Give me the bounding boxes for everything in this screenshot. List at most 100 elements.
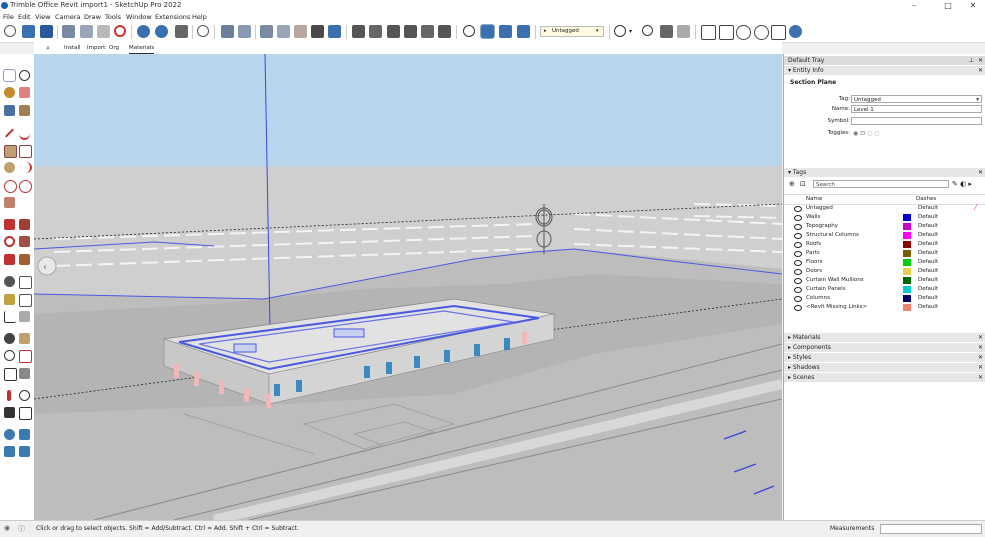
select-tool-icon[interactable] — [3, 69, 16, 82]
tag-color-swatch[interactable] — [903, 214, 911, 221]
camera-iso-icon[interactable] — [221, 25, 234, 38]
dimension-icon[interactable] — [19, 276, 32, 289]
display-section-planes-icon[interactable] — [480, 24, 495, 39]
add-folder-icon[interactable]: ⊡ — [800, 180, 806, 188]
search-icon[interactable]: ⌕ — [46, 43, 50, 53]
measurements-input[interactable] — [880, 524, 982, 534]
section-plane-icon[interactable] — [463, 25, 475, 37]
tab-install[interactable]: Install — [64, 43, 81, 53]
eye-icon[interactable] — [794, 242, 802, 248]
tab-materials[interactable]: Materials — [129, 43, 155, 54]
tag-select[interactable]: Untagged ▾ — [851, 95, 982, 103]
offset-tool-icon[interactable] — [19, 254, 30, 265]
geo-location-icon[interactable]: ◉ — [4, 524, 10, 532]
follow-me-icon[interactable] — [19, 236, 30, 247]
scale-tool-icon[interactable] — [4, 254, 15, 265]
smoove-icon[interactable] — [4, 446, 15, 457]
tag-color-swatch[interactable] — [903, 241, 911, 248]
walk-icon[interactable] — [19, 333, 30, 344]
tag-row[interactable]: Walls Default — [784, 213, 985, 222]
erase-icon[interactable] — [114, 25, 126, 37]
panel-close-icon[interactable]: ✕ — [978, 168, 983, 177]
make-component-icon[interactable] — [4, 87, 15, 98]
menu-tools[interactable]: Tools — [105, 12, 121, 22]
eye-icon[interactable] — [794, 305, 802, 311]
tab-import[interactable]: Import — [87, 43, 105, 53]
tag-row[interactable]: Columns Default — [784, 294, 985, 303]
eye-icon[interactable] — [794, 251, 802, 257]
display-section-fill-icon[interactable] — [517, 25, 530, 38]
components-panel-header[interactable]: ▸ Components ✕ — [784, 343, 985, 352]
paint-bucket-icon[interactable] — [4, 105, 15, 116]
styles-panel-header[interactable]: ▸ Styles ✕ — [784, 353, 985, 362]
eye-icon[interactable] — [794, 260, 802, 266]
tag-color-swatch[interactable] — [903, 268, 911, 275]
tag-color-swatch[interactable] — [903, 295, 911, 302]
panel-close-icon[interactable]: ✕ — [978, 343, 983, 352]
panel-close-icon[interactable]: ✕ — [978, 363, 983, 372]
paste-icon[interactable] — [97, 25, 110, 38]
house-back-icon[interactable] — [438, 25, 451, 38]
minimize-button[interactable]: – — [902, 1, 926, 11]
close-button[interactable]: ✕ — [961, 1, 985, 11]
shaded-textures-icon[interactable] — [328, 25, 341, 38]
eye-icon[interactable] — [794, 206, 802, 212]
copy-icon[interactable] — [80, 25, 93, 38]
circle-icon[interactable] — [4, 162, 15, 173]
panel-close-icon[interactable]: ✕ — [978, 333, 983, 342]
toggle-icons[interactable]: ◉ ⊡ ◌ ◌ — [853, 130, 879, 137]
panel-close-icon[interactable]: ✕ — [978, 66, 983, 75]
text-tool-icon[interactable] — [19, 294, 32, 307]
eye-icon[interactable] — [794, 269, 802, 275]
look-around-icon[interactable] — [19, 390, 30, 401]
maximize-button[interactable]: □ — [936, 1, 960, 11]
eye-icon[interactable] — [794, 287, 802, 293]
eye-icon[interactable] — [794, 233, 802, 239]
section-plane-tool-icon[interactable] — [4, 333, 15, 344]
tab-org[interactable]: Org — [109, 43, 119, 53]
tag-row[interactable]: Curtain Wall Mullions Default — [784, 276, 985, 285]
tag-row[interactable]: Parts Default — [784, 249, 985, 258]
previous-icon[interactable] — [19, 368, 30, 379]
zoom-icon[interactable] — [642, 25, 653, 36]
tag-color-swatch[interactable] — [903, 259, 911, 266]
tag-row[interactable]: Structural Columns Default — [784, 231, 985, 240]
symbol-field[interactable] — [851, 117, 982, 125]
tag-row[interactable]: Doors Default — [784, 267, 985, 276]
3d-viewport[interactable]: ‹ — [34, 54, 782, 520]
print-icon[interactable] — [175, 25, 188, 38]
tags-header[interactable]: ▾ Tags ✕ — [784, 168, 985, 177]
freehand-icon[interactable] — [19, 127, 30, 140]
protractor-icon[interactable] — [4, 294, 15, 305]
rotate-tool-icon[interactable] — [4, 236, 15, 247]
tag-row[interactable]: Floors Default — [784, 258, 985, 267]
scenes-panel-header[interactable]: ▸ Scenes ✕ — [784, 373, 985, 382]
axes-icon[interactable] — [4, 311, 16, 323]
tag-color-swatch[interactable] — [903, 286, 911, 293]
pie-icon[interactable] — [4, 180, 17, 193]
tag-color-swatch[interactable] — [903, 250, 911, 257]
footprints-icon[interactable] — [4, 407, 15, 418]
nav-back-icon[interactable] — [37, 256, 57, 276]
name-field[interactable]: Level 1 — [851, 105, 982, 113]
tag-row[interactable]: <Revit Missing Links> Default — [784, 303, 985, 312]
three-point-arc-icon[interactable] — [19, 180, 32, 193]
pan-icon[interactable] — [19, 407, 32, 420]
eye-icon[interactable] — [794, 296, 802, 302]
tag-row[interactable]: Topography Default — [784, 222, 985, 231]
new-icon[interactable] — [4, 25, 16, 37]
3d-text-icon[interactable] — [19, 311, 30, 322]
house-iso-icon[interactable] — [387, 25, 400, 38]
zoom-window-icon[interactable] — [19, 350, 32, 363]
menu-help[interactable]: Help — [192, 12, 207, 22]
line-tool-icon[interactable] — [4, 128, 15, 138]
hidden-line-icon[interactable] — [294, 25, 307, 38]
extension-manager-icon[interactable] — [771, 25, 786, 40]
menu-draw[interactable]: Draw — [84, 12, 101, 22]
orbit-dropdown-icon[interactable]: ▾ — [629, 25, 642, 38]
move-tool-icon[interactable] — [4, 219, 15, 230]
tag-row[interactable]: Untagged Default ╱ — [784, 204, 985, 213]
orbit-icon[interactable] — [614, 25, 626, 37]
cut-icon[interactable] — [62, 25, 75, 38]
tag-dropdown[interactable]: ▸ Untagged ▾ — [540, 26, 604, 37]
